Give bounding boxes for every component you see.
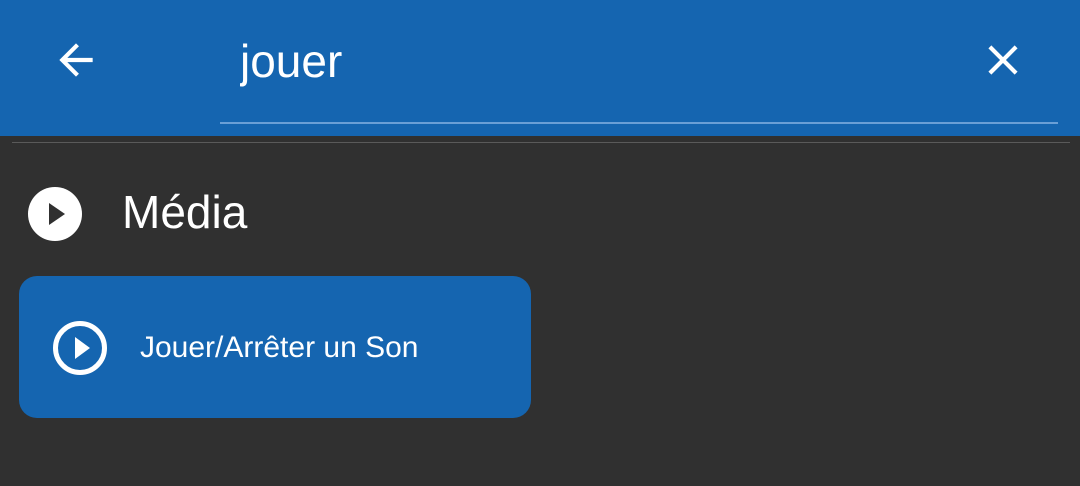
action-card-play-stop-sound[interactable]: Jouer/Arrêter un Son	[19, 276, 531, 418]
play-circle-outline-icon	[53, 321, 107, 375]
clear-search-button[interactable]	[963, 20, 1043, 100]
divider	[12, 142, 1070, 143]
category-header: Média	[0, 160, 1080, 264]
search-input[interactable]	[240, 30, 940, 92]
close-icon	[988, 45, 1018, 75]
action-label: Jouer/Arrêter un Son	[140, 331, 419, 364]
arrow-left-icon	[59, 43, 93, 77]
category-label: Média	[122, 186, 248, 238]
search-field[interactable]	[220, 0, 1058, 124]
back-button[interactable]	[36, 20, 116, 100]
play-circle-filled-icon	[28, 187, 82, 241]
app-bar	[0, 0, 1080, 136]
